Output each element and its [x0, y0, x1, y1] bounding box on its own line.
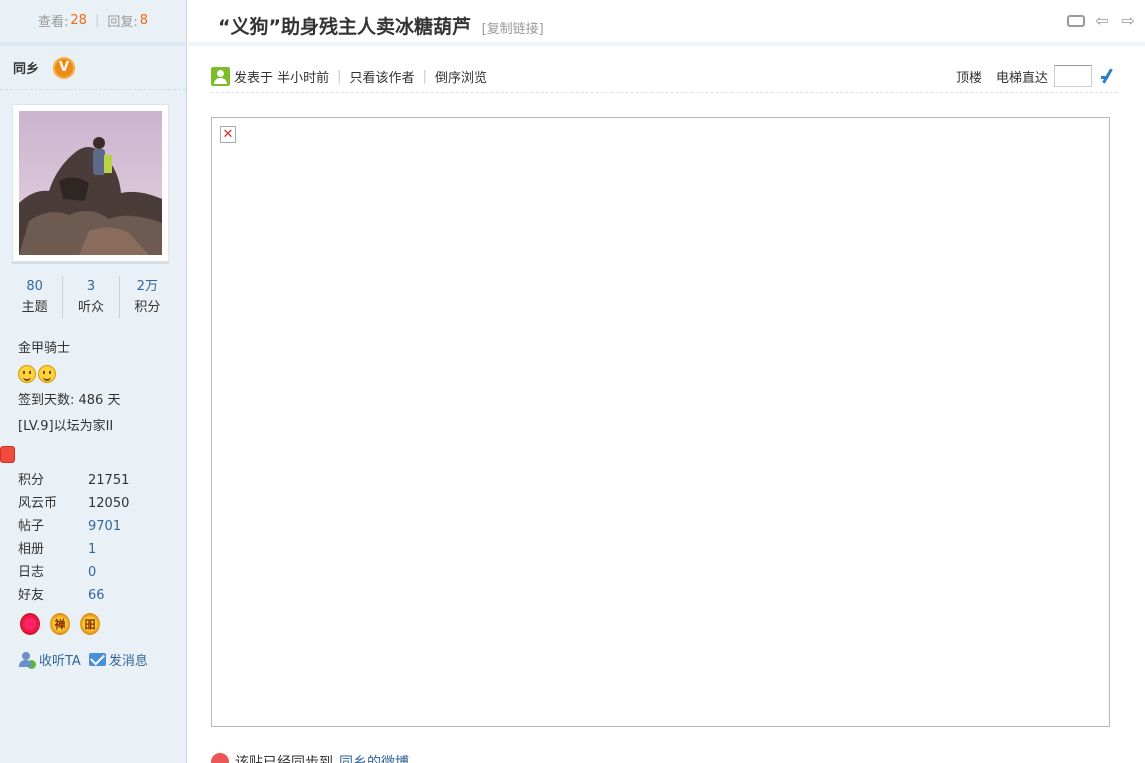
copy-link-button[interactable]: [复制链接]: [482, 22, 544, 37]
broken-image-icon: ✕: [220, 126, 236, 143]
print-icon[interactable]: [1067, 15, 1085, 27]
signin-days: 签到天数: 486 天: [18, 393, 121, 408]
info-value[interactable]: 1: [88, 540, 96, 563]
forum-thread-page: 查看: 28 | 回复: 8 同乡 V 80 主题 3 听众 2万 积分 金甲骑…: [0, 0, 1145, 763]
info-key: 帖子: [18, 519, 45, 534]
author-info: 积分 21751 风云币 12050 帖子 9701 相册 1 日志 0 好友 …: [18, 471, 178, 609]
prev-thread-icon[interactable]: ⇦: [1093, 12, 1111, 30]
thread-title-bar: “义狗”助身残主人卖冰糖葫芦 [复制链接] ⇦ ⇨: [188, 0, 1145, 46]
reverse-order-link[interactable]: 倒序浏览: [435, 67, 487, 86]
author-header: 同乡 V: [0, 46, 186, 90]
elevator-go-icon[interactable]: [1098, 66, 1118, 86]
weibo-icon[interactable]: [0, 446, 15, 463]
meta-divider: |: [422, 68, 427, 84]
message-label: 发消息: [108, 654, 148, 669]
info-row: 积分 21751: [18, 471, 178, 494]
meta-divider: |: [337, 68, 342, 84]
count-followers[interactable]: 3 听众: [63, 276, 120, 318]
author-profile: 金甲骑士 签到天数: 486 天 [LV.9]以坛为家II: [18, 339, 183, 443]
author-sidebar: 查看: 28 | 回复: 8 同乡 V 80 主题 3 听众 2万 积分 金甲骑…: [0, 0, 187, 763]
verified-v-icon[interactable]: V: [53, 56, 76, 79]
stats-divider: |: [94, 12, 100, 28]
smiley-icon: [18, 365, 36, 383]
elevator-label: 电梯直达: [995, 70, 1048, 86]
user-group: 金甲骑士: [18, 341, 71, 356]
post-meta-bar: 发表于 半小时前 | 只看该作者 | 倒序浏览 顶楼 电梯直达: [211, 60, 1118, 93]
info-key: 好友: [18, 588, 45, 603]
info-value[interactable]: 9701: [88, 517, 121, 540]
author-actions: 收听TA 发消息: [18, 650, 148, 669]
info-key: 相册: [18, 542, 45, 557]
info-value: 21751: [88, 473, 130, 488]
medal-icon[interactable]: 昍: [80, 613, 100, 635]
thread-tools: ⇦ ⇨: [1067, 12, 1137, 30]
views-label: 查看:: [38, 14, 69, 30]
weibo-link[interactable]: 同乡的微博: [339, 752, 409, 763]
info-row: 帖子 9701: [18, 517, 178, 540]
next-thread-icon[interactable]: ⇨: [1119, 12, 1137, 30]
user-level: [LV.9]以坛为家II: [18, 419, 114, 434]
sync-text: 该贴已经同步到: [235, 755, 333, 763]
follow-button[interactable]: 收听TA: [18, 650, 81, 669]
info-row: 相册 1: [18, 540, 178, 563]
medal-list: 禅 昍: [20, 613, 100, 635]
floor-navigation: 顶楼 电梯直达: [956, 65, 1118, 87]
replies-label: 回复:: [107, 14, 138, 30]
avatar[interactable]: [12, 104, 169, 262]
info-row: 好友 66: [18, 586, 178, 609]
follow-label: 收听TA: [39, 654, 81, 669]
thread-stats: 查看: 28 | 回复: 8: [0, 0, 186, 46]
count-label: 积分: [134, 300, 161, 315]
info-value: 12050: [88, 496, 130, 511]
post-time: 发表于 半小时前: [234, 70, 330, 86]
count-label: 听众: [77, 300, 104, 315]
thread-title-text: “义狗”助身残主人卖冰糖葫芦: [218, 16, 471, 38]
floor-number-input[interactable]: [1054, 65, 1092, 87]
count-label: 主题: [21, 300, 48, 315]
count-value: 80: [26, 279, 43, 294]
online-user-icon: [211, 66, 230, 86]
medal-icon[interactable]: 禅: [50, 613, 70, 635]
info-key: 风云币: [18, 496, 58, 511]
thread-title: “义狗”助身残主人卖冰糖葫芦 [复制链接]: [218, 12, 544, 39]
info-value[interactable]: 66: [88, 586, 105, 609]
weibo-sync-icon: [211, 753, 229, 763]
post-content-frame: ✕: [211, 117, 1110, 727]
replies-count: 8: [139, 12, 148, 28]
avatar-photo: [19, 111, 162, 255]
group-stars: [18, 365, 183, 391]
medal-icon[interactable]: [20, 613, 40, 635]
author-counts: 80 主题 3 听众 2万 积分: [7, 276, 175, 318]
smiley-icon: [38, 365, 56, 383]
top-floor-link[interactable]: 顶楼: [956, 67, 982, 86]
only-author-link[interactable]: 只看该作者: [350, 67, 415, 86]
count-threads[interactable]: 80 主题: [7, 276, 64, 318]
info-key: 日志: [18, 565, 45, 580]
info-row: 日志 0: [18, 563, 178, 586]
author-name[interactable]: 同乡: [13, 58, 39, 77]
views-count: 28: [70, 12, 87, 28]
count-value: 3: [86, 279, 96, 294]
send-message-button[interactable]: 发消息: [88, 650, 148, 669]
count-points[interactable]: 2万 积分: [120, 276, 175, 318]
count-value: 2万: [136, 279, 158, 294]
follow-icon: [18, 651, 36, 669]
info-key: 积分: [18, 473, 45, 488]
info-row: 风云币 12050: [18, 494, 178, 517]
weibo-sync-note: 该贴已经同步到 同乡的微博: [211, 752, 409, 763]
mail-icon: [88, 653, 106, 666]
info-value[interactable]: 0: [88, 563, 96, 586]
